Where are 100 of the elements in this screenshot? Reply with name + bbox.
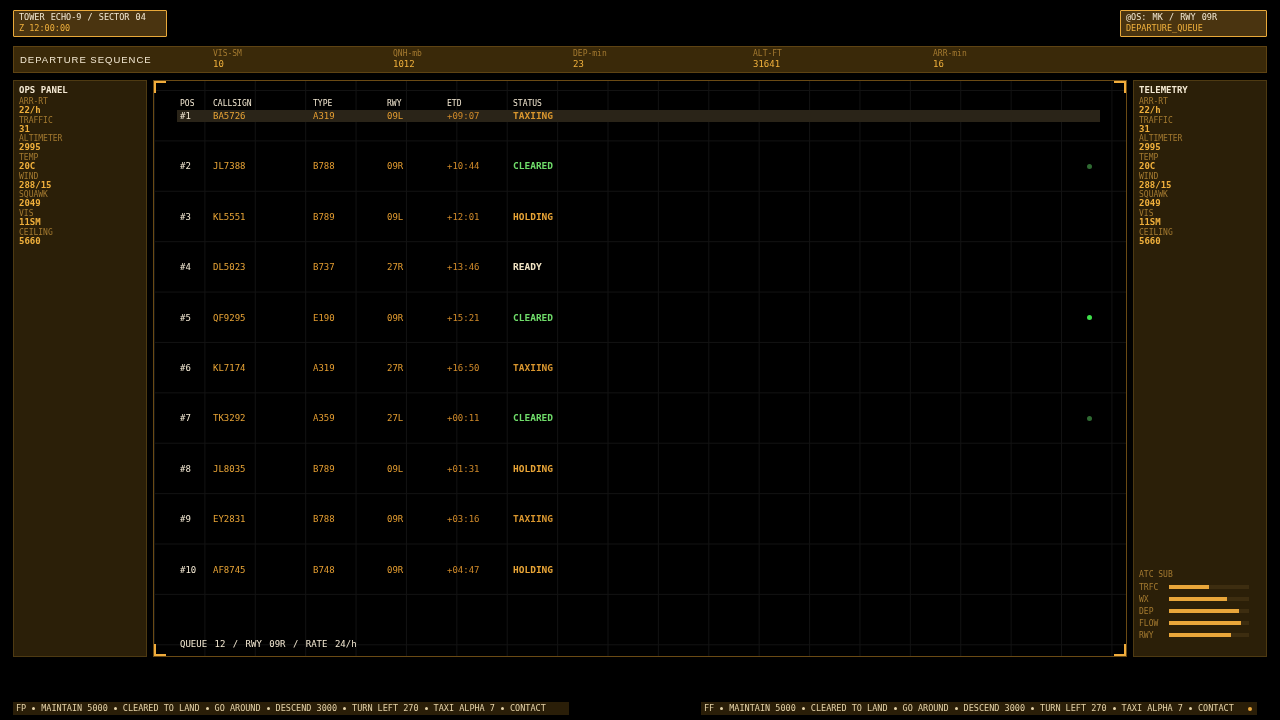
- status-cell: CLEARED: [513, 311, 554, 324]
- readout-label: TEMP: [1139, 154, 1159, 163]
- meter-label: TRFC: [1139, 582, 1160, 592]
- table-cell: B789: [313, 462, 335, 475]
- stat-value: 16: [933, 59, 944, 70]
- table-cell: #6: [180, 361, 191, 374]
- ticker-item: GO AROUND: [902, 703, 949, 714]
- ticker-item: TAXI ALPHA 7: [433, 703, 495, 714]
- table-cell: B789: [313, 210, 335, 223]
- table-cell: A319: [313, 361, 335, 374]
- station-name: TOWER ECHO-9 / SECTOR 04: [19, 12, 146, 23]
- readout-label: ARR-RT: [1139, 98, 1168, 106]
- table-row[interactable]: #10 AF8745 B748 09R +04:47 HOLDING: [177, 563, 1100, 576]
- mode-label: DEPARTURE_QUEUE: [1126, 23, 1203, 34]
- column-header: RWY: [387, 98, 402, 109]
- status-cell: HOLDING: [513, 563, 554, 576]
- bullet-icon: [893, 707, 897, 710]
- table-cell: B748: [313, 563, 335, 576]
- ticker-item: CLEARED TO LAND: [810, 703, 888, 714]
- table-cell: +03:16: [447, 513, 480, 526]
- table-row[interactable]: #1 BA5726 A319 09L +09:07 TAXIING: [177, 110, 1100, 122]
- ticker-item: FP: [16, 703, 27, 714]
- bullet-icon: [343, 707, 347, 710]
- column-header: POS: [180, 98, 195, 109]
- table-row[interactable]: #6 KL7174 A319 27R +16:50 TAXIING: [177, 361, 1100, 374]
- table-cell: B788: [313, 513, 335, 526]
- table-cell: 27L: [387, 412, 404, 425]
- table-cell: +01:31: [447, 462, 480, 475]
- table-cell: #3: [180, 210, 191, 223]
- status-cell: TAXIING: [513, 513, 554, 526]
- readout-value: 5660: [1139, 236, 1161, 247]
- table-cell: EY2831: [213, 513, 246, 526]
- table-cell: +00:11: [447, 412, 480, 425]
- ticker-item: MAINTAIN 5000: [41, 703, 108, 714]
- readout-value: 11SM: [1139, 218, 1161, 228]
- table-cell: KL7174: [213, 361, 246, 374]
- table-cell: 09R: [387, 513, 404, 526]
- table-cell: #7: [180, 412, 191, 425]
- readout-value: 2049: [19, 199, 41, 209]
- stat-value: 10: [213, 59, 224, 70]
- status-cell: CLEARED: [513, 412, 554, 425]
- bullet-icon: [1189, 707, 1192, 710]
- table-cell: JL8035: [213, 462, 246, 475]
- table-cell: A319: [313, 110, 335, 122]
- table-cell: +12:01: [447, 210, 480, 223]
- table-cell: +04:47: [447, 563, 480, 576]
- panel-title: TELEMETRY: [1139, 85, 1188, 96]
- table-cell: #5: [180, 311, 191, 324]
- readout-label: WIND: [1139, 172, 1159, 181]
- table-cell: B788: [313, 160, 335, 173]
- table-row[interactable]: #9 EY2831 B788 09R +03:16 TAXIING: [177, 513, 1100, 526]
- stat-value: 31641: [753, 59, 781, 70]
- table-cell: 27R: [387, 361, 404, 374]
- operator-line: @OS: MK / RWY 09R: [1126, 12, 1217, 23]
- status-cell: HOLDING: [513, 210, 554, 223]
- ticker-item: CLEARED TO LAND: [122, 703, 200, 714]
- clock-readout: Z 12:00:00: [19, 23, 71, 34]
- table-row[interactable]: #8 JL8035 B789 09L +01:31 HOLDING: [177, 462, 1100, 475]
- bullet-icon: [113, 707, 117, 710]
- table-row[interactable]: #5 QF9295 E190 09R +15:21 CLEARED: [177, 311, 1100, 324]
- column-header: STATUS: [513, 98, 542, 109]
- status-cell: TAXIING: [513, 361, 554, 374]
- status-cell: CLEARED: [513, 160, 554, 173]
- table-cell: 09R: [387, 160, 404, 173]
- readout-label: SQUAWK: [19, 191, 48, 200]
- panel-title: OPS PANEL: [19, 85, 68, 96]
- readout-label: CEILING: [1139, 228, 1173, 237]
- table-cell: +13:46: [447, 261, 480, 274]
- table-cell: 27R: [387, 261, 404, 274]
- readout-label: ALTIMETER: [1139, 135, 1183, 144]
- table-cell: B737: [313, 261, 335, 274]
- table-cell: +10:44: [447, 160, 480, 173]
- meter-label: WX: [1139, 594, 1150, 604]
- meter-label: DEP: [1139, 606, 1155, 616]
- table-cell: E190: [313, 311, 335, 324]
- bullet-icon: [32, 707, 36, 710]
- table-row[interactable]: #3 KL5551 B789 09L +12:01 HOLDING: [177, 210, 1100, 223]
- bullet-icon: [954, 707, 958, 710]
- readout-value: 5660: [19, 236, 41, 247]
- table-cell: #4: [180, 261, 191, 274]
- bullet-icon: [1112, 707, 1116, 710]
- table-row[interactable]: #7 TK3292 A359 27L +00:11 CLEARED: [177, 412, 1100, 425]
- stat-label: ARR-min: [933, 49, 967, 59]
- stat-value: 1012: [393, 59, 415, 70]
- column-header: TYPE: [313, 98, 333, 109]
- readout-value: 288/15: [19, 180, 52, 190]
- table-row[interactable]: #4 DL5023 B737 27R +13:46 READY: [177, 261, 1100, 274]
- stat-label: ALT-FT: [753, 49, 782, 59]
- readout-value: 22/h: [19, 106, 41, 116]
- readout-value: 22/h: [1139, 106, 1161, 116]
- readout-label: ALTIMETER: [19, 135, 63, 144]
- readout-value: 20C: [19, 162, 36, 172]
- table-cell: BA5726: [213, 110, 246, 122]
- table-cell: #1: [180, 110, 191, 122]
- ticker-item: TURN LEFT 270: [1040, 703, 1107, 714]
- readout-label: TRAFFIC: [1139, 116, 1173, 125]
- table-row[interactable]: #2 JL7388 B788 09R +10:44 CLEARED: [177, 160, 1100, 173]
- bullet-icon: [501, 707, 504, 710]
- readout-label: VIS: [19, 210, 34, 219]
- meter-label: FLOW: [1139, 618, 1160, 628]
